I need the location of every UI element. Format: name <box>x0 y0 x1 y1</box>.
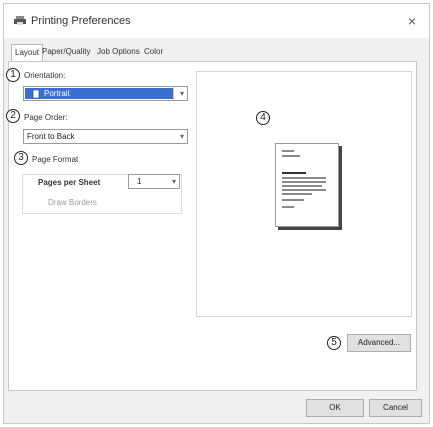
close-icon[interactable]: × <box>403 12 421 30</box>
pages-per-sheet-value: 1 <box>137 177 142 186</box>
callout-5: 5 <box>327 336 341 350</box>
preview-line <box>282 199 304 201</box>
page-preview-thumbnail <box>275 143 339 227</box>
ok-button[interactable]: OK <box>306 399 364 417</box>
portrait-page-icon <box>32 90 40 98</box>
pages-per-sheet-select[interactable]: 1 ▾ <box>128 174 180 189</box>
page-order-select[interactable]: Front to Back ▾ <box>23 129 188 144</box>
title-bar: Printing Preferences × <box>4 4 429 38</box>
tab-job-options[interactable]: Job Options <box>94 44 143 61</box>
preview-line <box>282 185 322 187</box>
printer-icon <box>14 16 26 25</box>
orientation-value: Portrait <box>44 89 70 98</box>
preview-line <box>282 155 300 157</box>
preview-line <box>282 172 306 174</box>
callout-4: 4 <box>256 111 270 125</box>
tab-paper-quality[interactable]: Paper/Quality <box>39 44 93 61</box>
preview-line <box>282 189 326 191</box>
chevron-down-icon: ▾ <box>179 132 184 141</box>
advanced-button[interactable]: Advanced... <box>347 334 411 352</box>
pages-per-sheet-label: Pages per Sheet <box>38 178 101 187</box>
preview-line <box>282 206 294 208</box>
page-order-label: Page Order: <box>24 113 68 122</box>
preview-line <box>282 193 312 195</box>
orientation-select[interactable]: Portrait ▾ <box>23 86 188 101</box>
tab-color[interactable]: Color <box>141 44 166 61</box>
page-order-value: Front to Back <box>27 132 75 141</box>
page-format-label: Page Format <box>32 155 79 164</box>
callout-2: 2 <box>6 109 20 123</box>
callout-1: 1 <box>6 68 20 82</box>
preview-line <box>282 150 294 152</box>
preview-line <box>282 181 326 183</box>
chevron-down-icon: ▾ <box>179 89 184 98</box>
chevron-down-icon: ▾ <box>171 177 176 186</box>
orientation-label: Orientation: <box>24 71 66 80</box>
callout-3: 3 <box>14 151 28 165</box>
window-title: Printing Preferences <box>31 15 131 27</box>
draw-borders-label: Draw Borders <box>48 198 97 207</box>
cancel-button[interactable]: Cancel <box>369 399 422 417</box>
preview-line <box>282 177 326 179</box>
